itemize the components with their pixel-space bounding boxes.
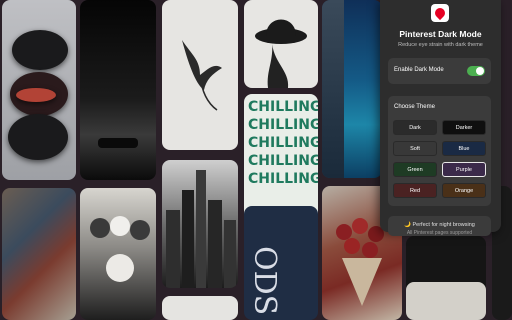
pin-stones-image[interactable] bbox=[2, 0, 76, 180]
theme-selector-card: Choose Theme Dark Darker Soft Blue Green… bbox=[388, 96, 491, 206]
pin-race-car-image[interactable] bbox=[80, 0, 156, 180]
chilling-text: CHILLING bbox=[248, 117, 318, 133]
theme-option-red[interactable]: Red bbox=[393, 183, 437, 198]
dark-mode-toggle-card: Enable Dark Mode bbox=[388, 58, 491, 84]
chilling-text: CHILLING bbox=[248, 171, 318, 187]
tip-card: 🌙 Perfect for night browsing All Pintere… bbox=[388, 216, 491, 236]
theme-option-green[interactable]: Green bbox=[393, 162, 437, 177]
stone-shape bbox=[12, 30, 68, 70]
pin-navy-typography[interactable]: ODS bbox=[244, 206, 318, 320]
cats-drawing bbox=[90, 216, 150, 282]
pin-hat-portrait[interactable] bbox=[244, 0, 318, 88]
popup-subtitle: Reduce eye strain with dark theme bbox=[398, 42, 483, 48]
tip-text: 🌙 Perfect for night browsing bbox=[404, 222, 475, 228]
pin-shape bbox=[432, 5, 448, 21]
car-silhouette bbox=[98, 138, 138, 148]
pinterest-pin-icon bbox=[431, 4, 449, 22]
theme-heading: Choose Theme bbox=[394, 104, 435, 110]
theme-option-purple[interactable]: Purple bbox=[442, 162, 486, 177]
theme-option-blue[interactable]: Blue bbox=[442, 141, 486, 156]
dark-mode-extension-popup: Pinterest Dark Mode Reduce eye strain wi… bbox=[380, 0, 501, 236]
theme-option-soft[interactable]: Soft bbox=[393, 141, 437, 156]
theme-option-darker[interactable]: Darker bbox=[442, 120, 486, 135]
dark-mode-toggle-switch[interactable] bbox=[467, 66, 485, 76]
toggle-knob bbox=[476, 67, 484, 75]
pin-white-card[interactable] bbox=[162, 296, 238, 320]
chilling-text: CHILLING bbox=[248, 135, 318, 151]
stone-shape bbox=[16, 88, 56, 102]
theme-option-orange[interactable]: Orange bbox=[442, 183, 486, 198]
hat-silhouette bbox=[255, 19, 307, 88]
theme-option-dark[interactable]: Dark bbox=[393, 120, 437, 135]
pin-abstract-painting[interactable] bbox=[2, 188, 76, 320]
chilling-text: CHILLING bbox=[248, 153, 318, 169]
toggle-label: Enable Dark Mode bbox=[394, 67, 444, 73]
pin-sea-cliff-image[interactable] bbox=[322, 0, 382, 178]
pin-bird-illustration[interactable] bbox=[162, 0, 238, 150]
pin-cats-photo[interactable] bbox=[80, 188, 156, 320]
pin-vintage-phone[interactable] bbox=[406, 282, 486, 320]
popup-title: Pinterest Dark Mode bbox=[399, 29, 482, 39]
skyline-drawing bbox=[166, 170, 236, 288]
tip-subtext: All Pinterest pages supported bbox=[406, 230, 473, 236]
cliff-shape bbox=[322, 0, 344, 178]
stone-shape bbox=[8, 114, 68, 160]
bird-drawing bbox=[182, 40, 222, 111]
pin-city-skyline[interactable] bbox=[162, 160, 238, 288]
navy-vertical-text: ODS bbox=[247, 246, 282, 316]
chilling-text: CHILLING bbox=[248, 99, 318, 115]
